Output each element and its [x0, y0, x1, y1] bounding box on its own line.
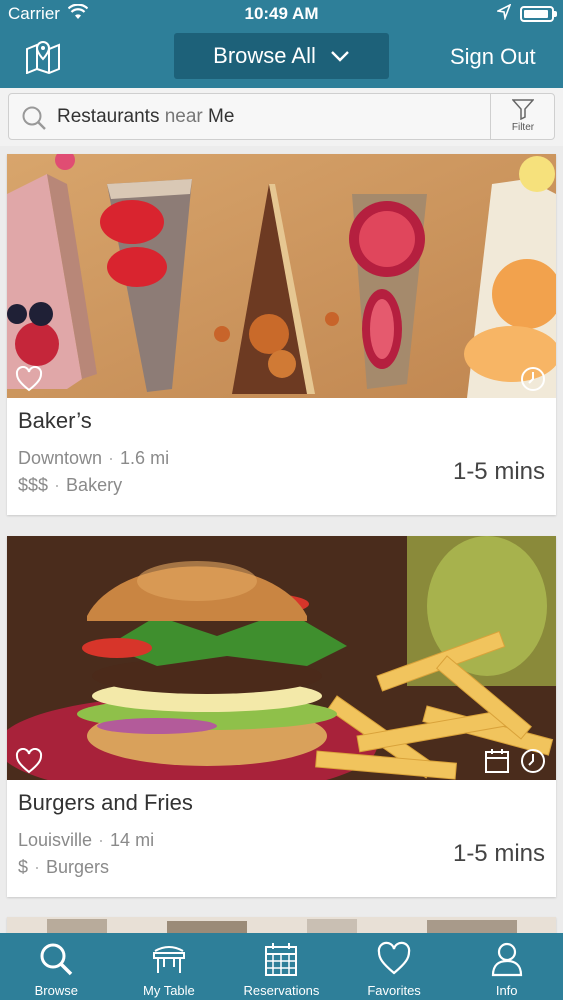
- heart-icon: [377, 941, 411, 975]
- nav-bar: Browse All Sign Out: [0, 28, 563, 88]
- browse-all-dropdown[interactable]: Browse All: [174, 33, 389, 79]
- sign-out-button[interactable]: Sign Out: [450, 44, 536, 70]
- tab-label: Reservations: [243, 983, 320, 998]
- restaurant-name: Baker’s: [18, 408, 92, 433]
- chevron-down-icon: [331, 51, 349, 62]
- search-bar: Restaurants near Me Filter: [0, 88, 563, 146]
- restaurant-distance: 1.6 mi: [120, 448, 170, 468]
- tab-bar: Browse My Table Reservations Favorites I…: [0, 933, 563, 1000]
- tab-favorites[interactable]: Favorites: [338, 933, 451, 1000]
- clock-icon: [521, 367, 545, 391]
- status-bar: Carrier 10:49 AM: [0, 0, 563, 28]
- restaurant-details: $$$ · Bakery: [18, 475, 122, 496]
- search-icon: [22, 106, 46, 130]
- calendar-icon: [265, 943, 298, 976]
- restaurant-location: Louisville · 14 mi: [18, 830, 154, 851]
- tab-browse[interactable]: Browse: [0, 933, 113, 1000]
- tab-reservations[interactable]: Reservations: [225, 933, 338, 1000]
- location-arrow-icon: [495, 3, 512, 25]
- search-icon: [40, 943, 73, 976]
- restaurant-photo: [7, 154, 556, 398]
- filter-icon: [512, 99, 534, 120]
- search-input[interactable]: Restaurants near Me Filter: [8, 93, 555, 140]
- browse-all-label: Browse All: [213, 43, 316, 68]
- restaurant-price: $: [18, 857, 29, 877]
- wait-time: 1-5 mins: [452, 458, 545, 485]
- clock-icon: [521, 749, 545, 773]
- restaurant-distance: 14 mi: [110, 830, 155, 850]
- table-icon: [152, 946, 185, 973]
- separator-dot: ·: [108, 448, 115, 468]
- battery-icon: [520, 6, 557, 22]
- restaurant-photo: [7, 536, 556, 780]
- restaurant-category: Burgers: [46, 857, 110, 877]
- person-icon: [491, 942, 522, 977]
- heart-icon[interactable]: [15, 366, 43, 392]
- restaurant-area: Louisville: [18, 830, 93, 850]
- search-location: Me: [208, 106, 235, 127]
- restaurant-details: $ · Burgers: [18, 857, 109, 878]
- calendar-icon: [485, 749, 509, 773]
- restaurant-name: Burgers and Fries: [18, 790, 193, 815]
- clock-time: 10:49 AM: [244, 4, 319, 23]
- tab-my-table[interactable]: My Table: [113, 933, 226, 1000]
- restaurant-card[interactable]: Burgers and Fries Louisville · 14 mi $ · Bur…: [7, 536, 556, 897]
- tab-label: Browse: [34, 983, 78, 998]
- search-query: Restaurants near Me: [57, 106, 234, 128]
- search-term: Restaurants: [57, 106, 160, 127]
- search-near-word: near: [164, 106, 203, 127]
- separator-dot: ·: [54, 475, 61, 495]
- restaurant-area: Downtown: [18, 448, 103, 468]
- filter-label: Filter: [511, 122, 535, 133]
- separator-dot: ·: [34, 857, 41, 877]
- tab-label: Info: [495, 983, 518, 998]
- restaurant-price: $$$: [18, 475, 49, 495]
- separator-dot: ·: [98, 830, 105, 850]
- tab-label: My Table: [142, 983, 195, 998]
- map-icon[interactable]: [24, 40, 62, 75]
- heart-icon[interactable]: [15, 748, 43, 774]
- filter-button[interactable]: Filter: [490, 94, 554, 139]
- restaurant-location: Downtown · 1.6 mi: [18, 448, 169, 469]
- restaurant-card[interactable]: Baker’s Downtown · 1.6 mi $$$ · Bakery 1-5 m…: [7, 154, 556, 515]
- tab-info[interactable]: Info: [450, 933, 563, 1000]
- tab-label: Favorites: [367, 983, 421, 998]
- wait-time: 1-5 mins: [452, 840, 545, 867]
- restaurant-category: Bakery: [66, 475, 123, 495]
